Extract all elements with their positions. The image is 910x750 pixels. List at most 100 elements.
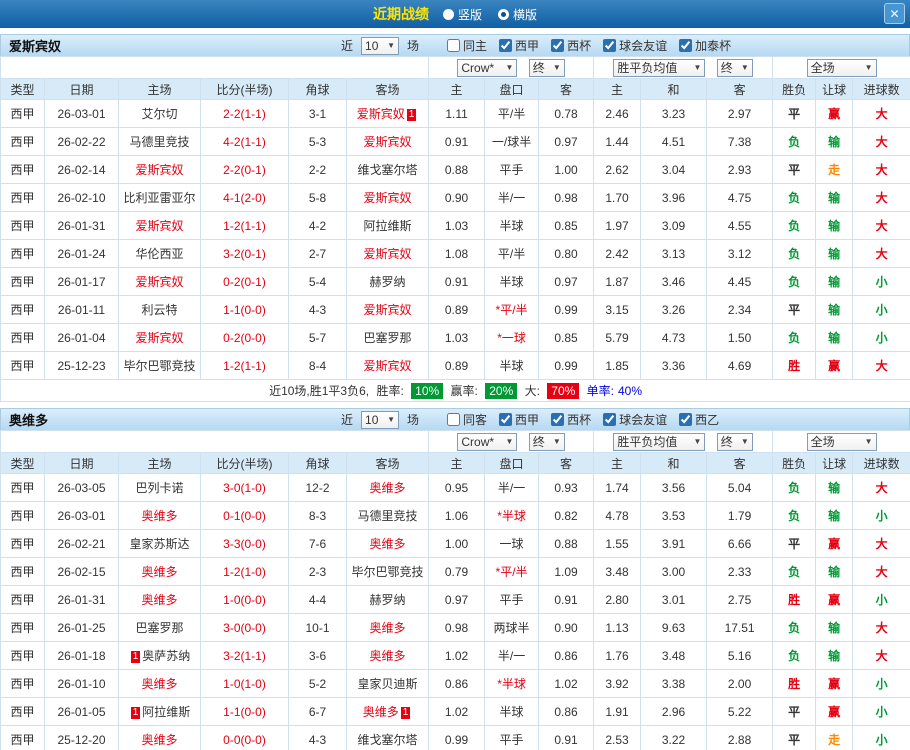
europe-home-odds-cell: 5.79: [593, 323, 642, 352]
handicap-line-cell: 半球: [484, 267, 540, 296]
handicap-away-odds-cell: 0.88: [538, 529, 595, 558]
handicap-home-odds-cell: 1.03: [428, 323, 486, 352]
result-cell: 平: [772, 155, 817, 184]
corners-cell: 8-3: [288, 501, 347, 530]
layout-option-label: 横版: [513, 7, 538, 22]
europe-away-odds-cell: 2.88: [706, 725, 774, 750]
away-team-cell: 奥维多: [345, 529, 430, 558]
score-cell: 1-0(1-0): [200, 669, 289, 698]
filter-checkbox-2[interactable]: 西杯: [551, 37, 591, 54]
handicap-home-odds-cell: 0.91: [428, 267, 486, 296]
match-row: 西甲 25-12-20 奥维多 0-0(0-0) 4-3 维戈塞尔塔 0.99 平手 0.91 2…: [0, 725, 910, 750]
corners-cell: 5-2: [288, 669, 347, 698]
europe-draw-odds-cell: 3.36: [640, 351, 708, 380]
filter-checkbox-1[interactable]: 西甲: [499, 37, 539, 54]
filter-checkbox-4[interactable]: 西乙: [679, 411, 719, 428]
scope-select[interactable]: 全场 ▼: [806, 432, 877, 451]
away-team-name: 维戈塞尔塔: [357, 163, 418, 177]
goals-cell: 小: [852, 323, 910, 352]
filter-checkbox-3[interactable]: 球会友谊: [603, 37, 667, 54]
score-cell: 3-2(1-1): [200, 641, 289, 670]
checkbox-input[interactable]: [447, 39, 461, 52]
col-header-eu-away: 客: [706, 78, 774, 100]
filter-checkbox-1[interactable]: 西甲: [499, 411, 539, 428]
checkbox-input[interactable]: [679, 413, 693, 426]
handicap-line-cell: *平/半: [484, 557, 540, 586]
score-cell: 1-1(0-0): [200, 295, 289, 324]
handicap-result-cell: 赢: [815, 351, 854, 380]
close-button[interactable]: ✕: [884, 3, 905, 24]
checkbox-label: 西甲: [515, 39, 540, 53]
layout-option-horizontal[interactable]: 横版: [498, 6, 537, 23]
filter-checkbox-0[interactable]: 同客: [447, 411, 487, 428]
scope-select[interactable]: 全场 ▼: [806, 58, 877, 77]
europe-away-odds-cell: 7.38: [706, 127, 774, 156]
handicap-line-cell: 平/半: [484, 239, 540, 268]
checkbox-input[interactable]: [603, 413, 617, 426]
europe-home-odds-cell: 1.74: [593, 473, 642, 502]
goals-cell: 大: [852, 529, 910, 558]
filter-checkbox-0[interactable]: 同主: [447, 37, 487, 54]
summary-row: 近10场,胜1平3负6, 胜率: 10% 赢率: 20% 大: 70% 单率: 4…: [0, 379, 910, 402]
match-row: 西甲 26-02-14 爱斯宾奴 2-2(0-1) 2-2 维戈塞尔塔 0.88 平手 1.00…: [0, 155, 910, 184]
home-team-cell: 奥维多: [118, 585, 201, 614]
home-team-name: 阿拉维斯: [142, 705, 191, 719]
checkbox-input[interactable]: [499, 39, 513, 52]
chevron-down-icon: ▼: [552, 437, 561, 446]
home-team-name: 利云特: [141, 303, 178, 317]
europe-odds-select[interactable]: 胜平负均值 ▼: [613, 58, 706, 77]
recent-count-select[interactable]: 10 ▼: [361, 410, 400, 429]
home-team-cell: 奥维多: [118, 557, 201, 586]
score-cell: 0-1(0-0): [200, 501, 289, 530]
handicap-away-odds-cell: 0.97: [538, 267, 595, 296]
date-cell: 26-01-10: [44, 669, 119, 698]
win-rate-label: 胜率:: [376, 384, 404, 398]
checkbox-input[interactable]: [679, 39, 693, 52]
recent-count-value: 10: [365, 412, 379, 427]
handicap-home-odds-cell: 1.06: [428, 501, 486, 530]
checkbox-input[interactable]: [499, 413, 513, 426]
filter-checkbox-2[interactable]: 西杯: [551, 411, 591, 428]
europe-odds-select[interactable]: 胜平负均值 ▼: [613, 432, 706, 451]
result-cell: 负: [772, 501, 817, 530]
home-team-cell: 爱斯宾奴: [118, 155, 201, 184]
handicap-line-cell: *半球: [484, 501, 540, 530]
home-team-cell: 华伦西亚: [118, 239, 201, 268]
recent-count-select[interactable]: 10 ▼: [361, 36, 400, 55]
corners-cell: 5-3: [288, 127, 347, 156]
handicap-result-cell: 输: [815, 183, 854, 212]
handicap-time-select[interactable]: 终 ▼: [528, 432, 565, 451]
handicap-away-odds-cell: 0.90: [538, 613, 595, 642]
match-row: 西甲 26-03-01 艾尔切 2-2(1-1) 3-1 爱斯宾奴 1 1.11 平/半 0.78…: [0, 99, 910, 128]
scope-value: 全场: [810, 435, 835, 449]
europe-away-odds-cell: 5.22: [706, 697, 774, 726]
away-team-cell: 维戈塞尔塔: [345, 155, 430, 184]
league-cell: 西甲: [0, 697, 45, 726]
handicap-away-odds-cell: 1.00: [538, 155, 595, 184]
team-name: 奥维多: [9, 413, 49, 428]
handicap-time-select[interactable]: 终 ▼: [528, 58, 565, 77]
bookmaker-select[interactable]: Crow* ▼: [457, 58, 518, 77]
checkbox-input[interactable]: [551, 39, 565, 52]
bookmaker-select[interactable]: Crow* ▼: [457, 432, 518, 451]
handicap-line-cell: 半球: [484, 351, 540, 380]
europe-draw-odds-cell: 3.09: [640, 211, 708, 240]
checkbox-input[interactable]: [603, 39, 617, 52]
col-header-ah-line: 盘口: [484, 452, 540, 474]
europe-time-select[interactable]: 终 ▼: [716, 58, 753, 77]
filter-checkbox-3[interactable]: 球会友谊: [603, 411, 667, 428]
handicap-result-cell: 输: [815, 211, 854, 240]
filter-checkbox-4[interactable]: 加泰杯: [679, 37, 731, 54]
checkbox-input[interactable]: [551, 413, 565, 426]
corners-cell: 2-3: [288, 557, 347, 586]
europe-time-select[interactable]: 终 ▼: [716, 432, 753, 451]
red-card-badge: 1: [406, 109, 417, 121]
checkbox-input[interactable]: [447, 413, 461, 426]
layout-option-vertical[interactable]: 竖版: [442, 6, 482, 23]
handicap-result-cell: 赢: [815, 697, 854, 726]
europe-time-value: 终: [720, 61, 733, 75]
summary-text: 近10场,胜1平3负6,: [269, 384, 370, 398]
europe-home-odds-cell: 2.80: [593, 585, 642, 614]
empty-header-cell: [0, 56, 430, 79]
score-cell: 0-2(0-0): [200, 323, 289, 352]
